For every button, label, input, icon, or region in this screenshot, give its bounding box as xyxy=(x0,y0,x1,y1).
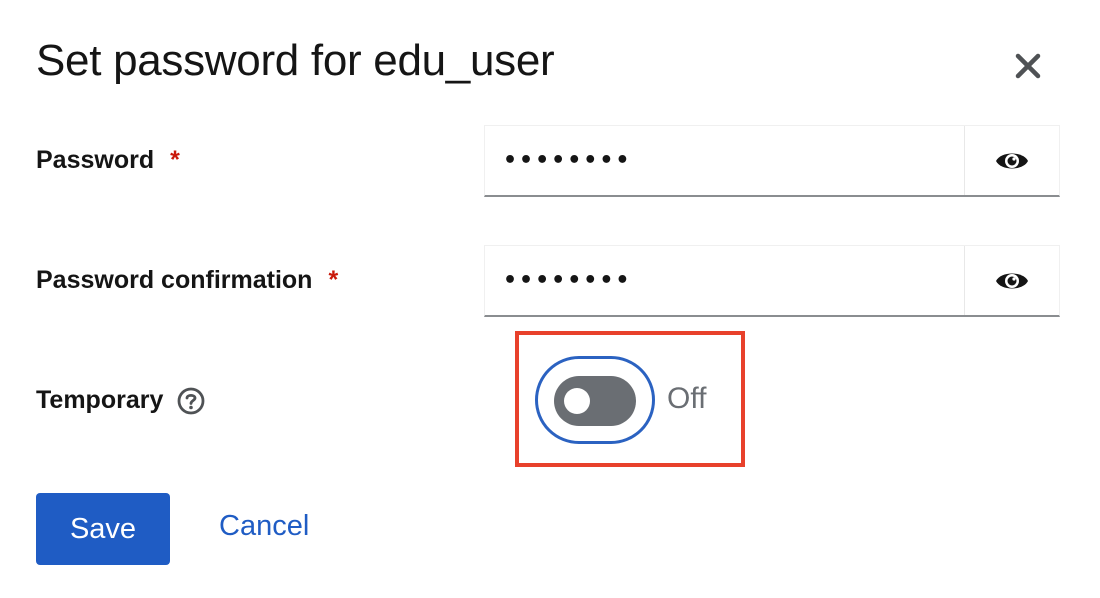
password-confirmation-label-text: Password confirmation xyxy=(36,266,313,294)
password-label: Password * xyxy=(36,146,180,175)
eye-icon xyxy=(996,273,1028,288)
cancel-button[interactable]: Cancel xyxy=(219,510,309,543)
modal-title: Set password for edu_user xyxy=(36,36,555,85)
password-confirmation-input-group xyxy=(484,245,1060,317)
password-input[interactable] xyxy=(485,126,964,195)
set-password-modal: Set password for edu_user Password * Pas… xyxy=(0,0,1100,598)
show-password-confirmation-button[interactable] xyxy=(964,246,1059,315)
close-icon xyxy=(1015,53,1041,79)
password-label-text: Password xyxy=(36,146,155,174)
temporary-switch[interactable] xyxy=(554,376,636,426)
eye-icon xyxy=(996,153,1028,168)
temporary-switch-state: Off xyxy=(667,382,707,415)
question-circle-icon[interactable] xyxy=(177,387,205,415)
close-button[interactable] xyxy=(1008,46,1048,86)
toggle-knob xyxy=(564,388,590,414)
password-confirmation-label: Password confirmation * xyxy=(36,266,338,295)
show-password-button[interactable] xyxy=(964,126,1059,195)
save-button[interactable]: Save xyxy=(36,493,170,565)
password-input-group xyxy=(484,125,1060,197)
required-marker: * xyxy=(170,146,180,174)
temporary-label: Temporary xyxy=(36,386,205,415)
temporary-label-text: Temporary xyxy=(36,386,164,414)
required-marker: * xyxy=(328,266,339,294)
password-confirmation-input[interactable] xyxy=(485,246,964,315)
